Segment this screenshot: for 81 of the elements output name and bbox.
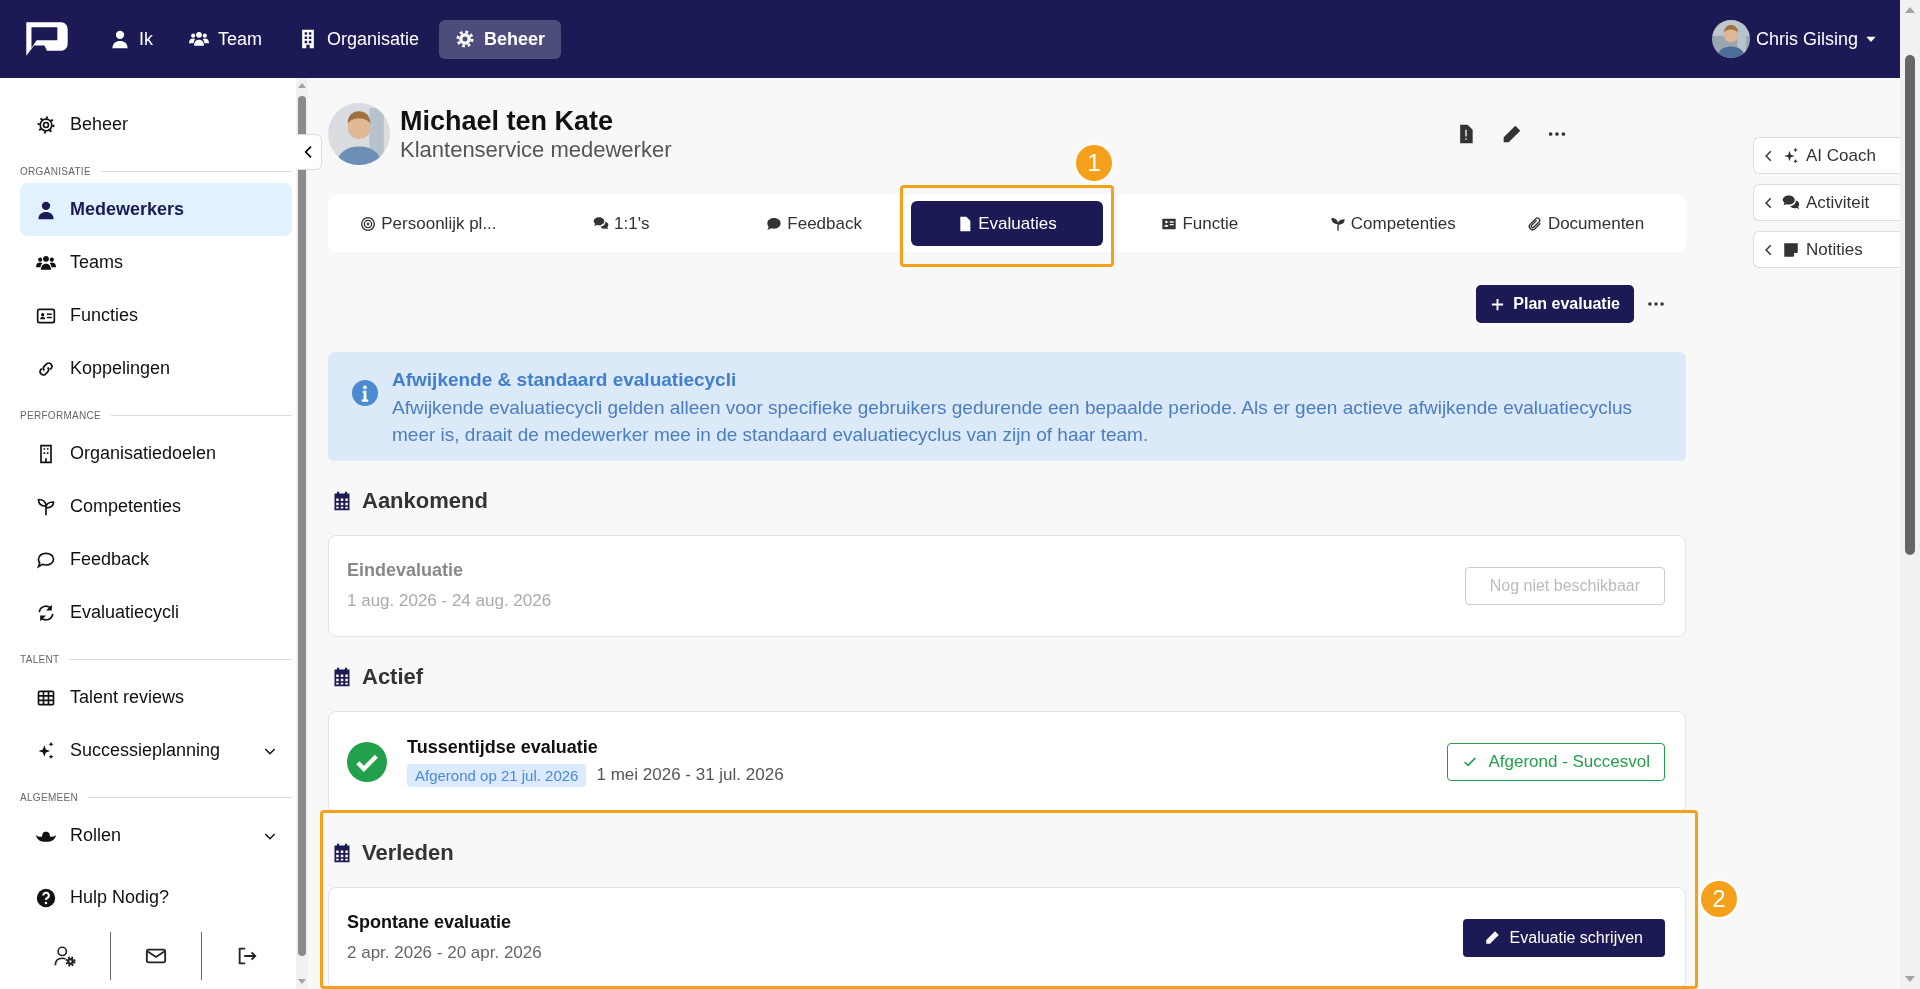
tab[interactable]: Feedback	[717, 201, 911, 246]
side-panel-toggle[interactable]: AI Coach	[1753, 137, 1900, 174]
question-icon	[36, 887, 56, 908]
sidebar-item[interactable]: Organisatiedoelen	[20, 427, 292, 480]
plus-icon	[1490, 296, 1506, 312]
plan-evaluation-button[interactable]: Plan evaluatie	[1476, 285, 1634, 323]
sidebar-item[interactable]: Competenties	[20, 480, 292, 533]
logout-icon	[236, 945, 258, 967]
calendar-icon	[332, 842, 352, 863]
info-title: Afwijkende & standaard evaluatiecycli	[392, 368, 738, 392]
calendar-icon	[332, 666, 352, 687]
more-icon	[1548, 132, 1566, 136]
section-heading: Aankomend	[362, 487, 488, 514]
step-marker: 2	[1699, 879, 1739, 919]
sidebar-item[interactable]: Teams	[20, 236, 292, 289]
collapse-button[interactable]	[296, 134, 322, 170]
icon-button[interactable]	[1502, 124, 1522, 144]
chat-bubbles-icon	[593, 215, 610, 232]
section-label: PERFORMANCE	[20, 409, 102, 421]
section-heading: Actief	[362, 663, 424, 690]
evaluation-title: Tussentijdse evaluatie	[407, 736, 599, 758]
target-icon	[360, 215, 377, 232]
section-label: ORGANISATIE	[20, 165, 91, 177]
user-icon	[110, 29, 130, 49]
section-label: TALENT	[20, 653, 60, 665]
sidebar-item[interactable]: Feedback	[20, 533, 292, 586]
pencil-icon	[1502, 124, 1522, 144]
evaluation-title: Eindevaluatie	[347, 560, 465, 582]
side-panel-toggle[interactable]: Activiteit	[1753, 184, 1900, 221]
info-icon	[352, 380, 378, 406]
person-name: Michael ten Kate	[400, 104, 615, 138]
paperclip-icon	[1526, 215, 1543, 232]
completed-badge: Afgerond op 21 jul. 2026	[407, 763, 587, 787]
sidebar-item[interactable]: Evaluatiecycli	[20, 586, 292, 639]
sidebar-item[interactable]: Koppelingen	[20, 342, 292, 395]
check-circle-icon	[347, 741, 387, 782]
tab[interactable]: Competenties	[1296, 201, 1490, 246]
sidebar-item[interactable]: Functies	[20, 289, 292, 342]
chat-bubbles-icon	[1782, 193, 1800, 212]
pencil-icon	[1484, 930, 1500, 946]
section-heading: Verleden	[362, 839, 454, 866]
tab[interactable]: Functie	[1103, 201, 1297, 246]
more-button[interactable]	[1648, 302, 1664, 306]
sidebar-item[interactable]: Talent reviews	[20, 671, 292, 724]
date-range: 1 mei 2026 - 31 jul. 2026	[596, 765, 784, 786]
info-text: Afwijkende evaluatiecycli gelden alleen voor specifieke gebruikers gedurende een bepaalde periode. Als er geen actieve afwijkende evaluatiecyclus meer is, draait de medewerker mee in de standaard evaluatiecyclus van zijn of haar team.	[392, 395, 1633, 448]
speech-bubble-icon	[766, 215, 783, 232]
section-label: ALGEMEEN	[20, 791, 78, 803]
calendar-icon	[332, 490, 352, 511]
tab[interactable]: Persoonlijk pl...	[332, 201, 525, 246]
icon-button[interactable]	[1548, 132, 1566, 136]
sidebar-item[interactable]: Medewerkers	[20, 183, 292, 236]
refresh-icon	[36, 602, 56, 623]
people-icon	[189, 29, 209, 49]
job-title: Klantenservice medewerker	[400, 137, 672, 164]
tab[interactable]: 1:1's	[524, 201, 718, 246]
nav-tab[interactable]: Beheer	[439, 19, 562, 59]
tab[interactable]: Documenten	[1489, 201, 1682, 246]
date-range: 1 aug. 2026 - 24 aug. 2026	[347, 591, 552, 612]
date-range: 2 apr. 2026 - 20 apr. 2026	[347, 943, 542, 964]
user-settings-icon	[54, 945, 76, 967]
user-menu[interactable]: Chris Gilsing	[1755, 28, 1858, 50]
person-icon	[36, 199, 56, 220]
nav-tab[interactable]: Organisatie	[282, 19, 436, 59]
settings-icon	[36, 114, 56, 135]
sprout-icon	[36, 496, 56, 517]
sidebar-item[interactable]: Beheer	[20, 98, 292, 151]
sprout-icon	[1329, 215, 1346, 232]
side-panel-toggle[interactable]: Notities	[1753, 231, 1900, 268]
tab[interactable]: Evaluaties	[910, 201, 1104, 246]
help-link[interactable]: Hulp Nodig?	[20, 871, 292, 924]
evaluation-title: Spontane evaluatie	[347, 912, 513, 934]
more-icon	[1648, 302, 1664, 306]
sidebar-item[interactable]: Successieplanning	[20, 724, 292, 777]
step-marker: 1	[1074, 143, 1114, 183]
settings-icon	[455, 29, 476, 49]
nav-tab[interactable]: Ik	[94, 19, 169, 59]
sidebar-item[interactable]: Rollen	[20, 809, 292, 862]
note-icon	[1782, 240, 1800, 259]
write-evaluation-button[interactable]: Evaluatie schrijven	[1462, 918, 1665, 957]
nav-tab[interactable]: Team	[173, 19, 279, 59]
